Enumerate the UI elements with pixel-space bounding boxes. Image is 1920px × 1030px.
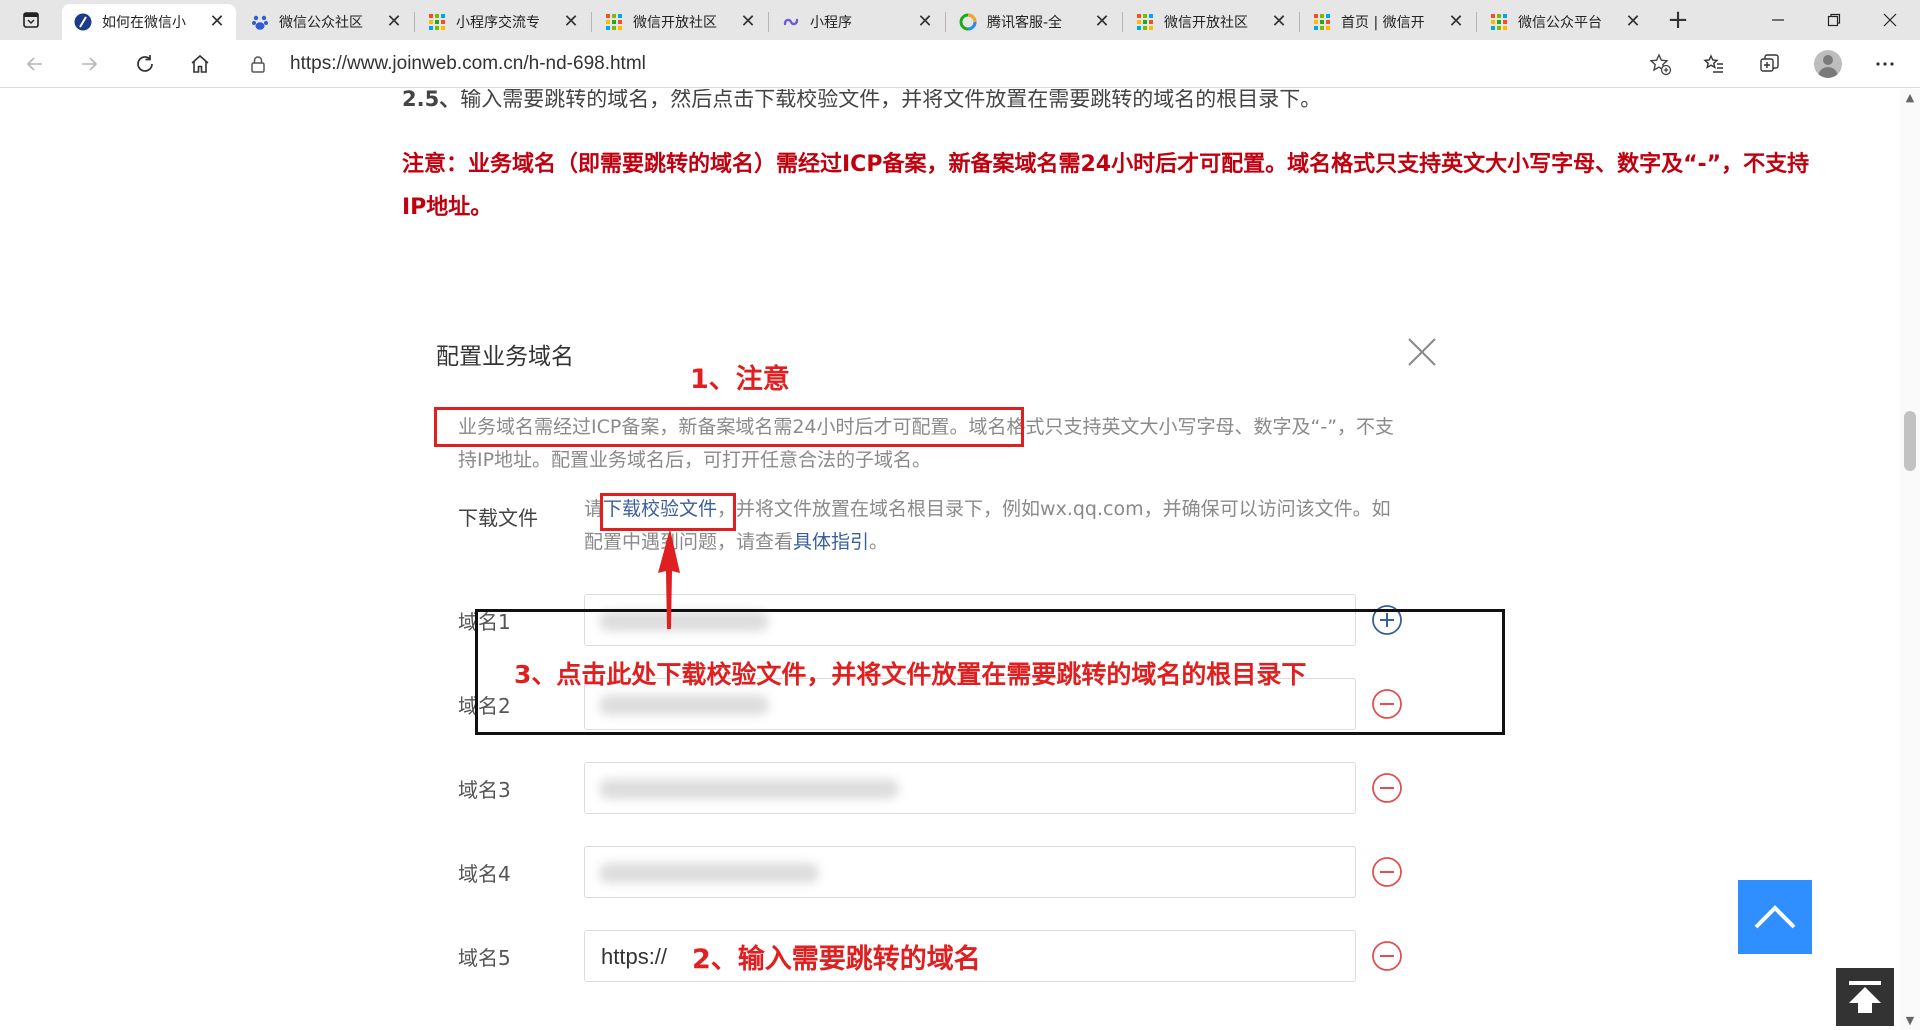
back-to-top-button[interactable]: [1738, 880, 1812, 954]
domain-label: 域名4: [458, 862, 511, 886]
miniprogram-icon: [782, 13, 800, 31]
scroll-down-icon[interactable]: ▼: [1903, 1014, 1917, 1028]
tab-title: 小程序: [810, 15, 852, 31]
guide-end: 。: [869, 531, 889, 553]
browser-tab[interactable]: 如何在微信小 ✕: [62, 4, 236, 40]
tab-close-icon[interactable]: ✕: [208, 13, 226, 31]
tab-close-icon[interactable]: ✕: [739, 13, 757, 31]
new-tab-button[interactable]: +: [1664, 6, 1692, 34]
forward-icon[interactable]: [72, 48, 106, 80]
browser-tab[interactable]: 首页 | 微信开 ✕: [1301, 4, 1475, 40]
tab-title: 微信公众社区: [279, 15, 363, 31]
tab-close-icon[interactable]: ✕: [1447, 13, 1465, 31]
vertical-scrollbar[interactable]: ▲ ▼: [1900, 89, 1920, 1030]
tab-separator: [591, 12, 592, 32]
browser-tab[interactable]: 腾讯客服-全 ✕: [947, 4, 1121, 40]
close-icon[interactable]: [1406, 336, 1438, 368]
tab-separator: [945, 12, 946, 32]
tab-close-icon[interactable]: ✕: [1093, 13, 1111, 31]
browser-tab[interactable]: 微信公众平台 ✕: [1478, 4, 1652, 40]
annotation-step-1: 1、注意: [690, 364, 790, 395]
refresh-icon[interactable]: [128, 48, 162, 80]
step-instruction: 2.5、输入需要跳转的域名，然后点击下载校验文件，并将文件放置在需要跳转的域名的…: [402, 89, 1321, 113]
browser-toolbar: https://www.joinweb.com.cn/h-nd-698.html: [0, 40, 1920, 88]
tab-title: 腾讯客服-全: [987, 15, 1063, 31]
favorites-icon[interactable]: [1697, 48, 1731, 80]
domain-label: 域名5: [458, 946, 511, 970]
blurred-domain: [599, 779, 899, 799]
domain-value: https://: [601, 944, 668, 969]
back-icon[interactable]: [18, 48, 52, 80]
annotation-box-notice: [434, 407, 1024, 447]
scroll-top-icon[interactable]: [1836, 968, 1894, 1026]
wechat-grid-icon: [1313, 13, 1331, 31]
close-window-icon[interactable]: [1862, 0, 1918, 40]
tab-separator: [1476, 12, 1477, 32]
browser-tab[interactable]: 微信开放社区 ✕: [1124, 4, 1298, 40]
download-file-label: 下载文件: [458, 506, 538, 530]
tab-title: 微信开放社区: [633, 15, 717, 31]
guide-link[interactable]: 具体指引: [793, 531, 869, 553]
remove-domain-icon[interactable]: [1371, 856, 1403, 888]
note-warning: 注意：业务域名（即需要跳转的域名）需经过ICP备案，新备案域名需24小时后才可配…: [402, 152, 1810, 220]
annotation-step-3: 3、点击此处下载校验文件，并将文件放置在需要跳转的域名的根目录下: [514, 660, 1307, 689]
tab-separator: [414, 12, 415, 32]
wechat-grid-icon: [605, 13, 623, 31]
tab-separator: [1299, 12, 1300, 32]
wechat-grid-icon: [1490, 13, 1508, 31]
tab-title: 如何在微信小: [102, 15, 186, 31]
chevron-up-icon: [1754, 905, 1796, 929]
annotation-step-2: 2、输入需要跳转的域名: [692, 944, 981, 975]
profile-avatar[interactable]: [1814, 50, 1842, 78]
browser-tab[interactable]: 微信开放社区 ✕: [593, 4, 767, 40]
tab-title: 微信开放社区: [1164, 15, 1248, 31]
url-text[interactable]: https://www.joinweb.com.cn/h-nd-698.html: [290, 53, 646, 75]
tab-title: 首页 | 微信开: [1341, 15, 1425, 31]
tab-close-icon[interactable]: ✕: [385, 13, 403, 31]
tab-close-icon[interactable]: ✕: [562, 13, 580, 31]
scroll-thumb[interactable]: [1904, 411, 1916, 471]
tab-title: 小程序交流专: [456, 15, 540, 31]
browser-tab[interactable]: 微信公众社区 ✕: [239, 4, 413, 40]
tencent-ring-icon: [959, 13, 977, 31]
minimize-icon[interactable]: [1750, 0, 1806, 40]
tab-close-icon[interactable]: ✕: [916, 13, 934, 31]
home-icon[interactable]: [183, 48, 217, 80]
annotation-box-download: [600, 493, 736, 531]
feather-icon: [74, 13, 92, 31]
tab-actions-icon[interactable]: [14, 8, 48, 32]
add-favorite-icon[interactable]: [1648, 52, 1672, 80]
tab-title: 微信公众平台: [1518, 15, 1602, 31]
domain-label: 域名3: [458, 778, 511, 802]
paw-icon: [251, 13, 269, 31]
domain-input[interactable]: [584, 846, 1356, 898]
annotation-arrow: [658, 529, 680, 629]
tab-separator: [768, 12, 769, 32]
more-menu-icon[interactable]: [1868, 48, 1902, 80]
scroll-up-icon[interactable]: ▲: [1903, 91, 1917, 105]
blurred-domain: [599, 863, 819, 883]
step-number: 2.5、: [402, 89, 461, 111]
page-content: 2.5、输入需要跳转的域名，然后点击下载校验文件，并将文件放置在需要跳转的域名的…: [0, 89, 1900, 1030]
collections-icon[interactable]: [1753, 48, 1787, 80]
lock-icon[interactable]: [250, 55, 266, 77]
address-bar[interactable]: https://www.joinweb.com.cn/h-nd-698.html: [238, 46, 1678, 82]
remove-domain-icon[interactable]: [1371, 940, 1403, 972]
restore-icon[interactable]: [1806, 0, 1862, 40]
browser-tab[interactable]: 小程序 ✕: [770, 4, 944, 40]
browser-tab[interactable]: 小程序交流专 ✕: [416, 4, 590, 40]
tab-close-icon[interactable]: ✕: [1270, 13, 1288, 31]
step-text: 输入需要跳转的域名，然后点击下载校验文件，并将文件放置在需要跳转的域名的根目录下…: [460, 89, 1322, 111]
dialog-title: 配置业务域名: [436, 344, 574, 370]
remove-domain-icon[interactable]: [1371, 772, 1403, 804]
domain-input[interactable]: [584, 762, 1356, 814]
tab-strip: 如何在微信小 ✕ 微信公众社区 ✕ 小程序交流专 ✕ 微信开放社区 ✕ 小程序 ✕ 腾讯客服-全 ✕ 微…: [0, 0, 1920, 40]
wechat-grid-icon: [428, 13, 446, 31]
wechat-grid-icon: [1136, 13, 1154, 31]
tab-close-icon[interactable]: ✕: [1624, 13, 1642, 31]
tab-separator: [1122, 12, 1123, 32]
